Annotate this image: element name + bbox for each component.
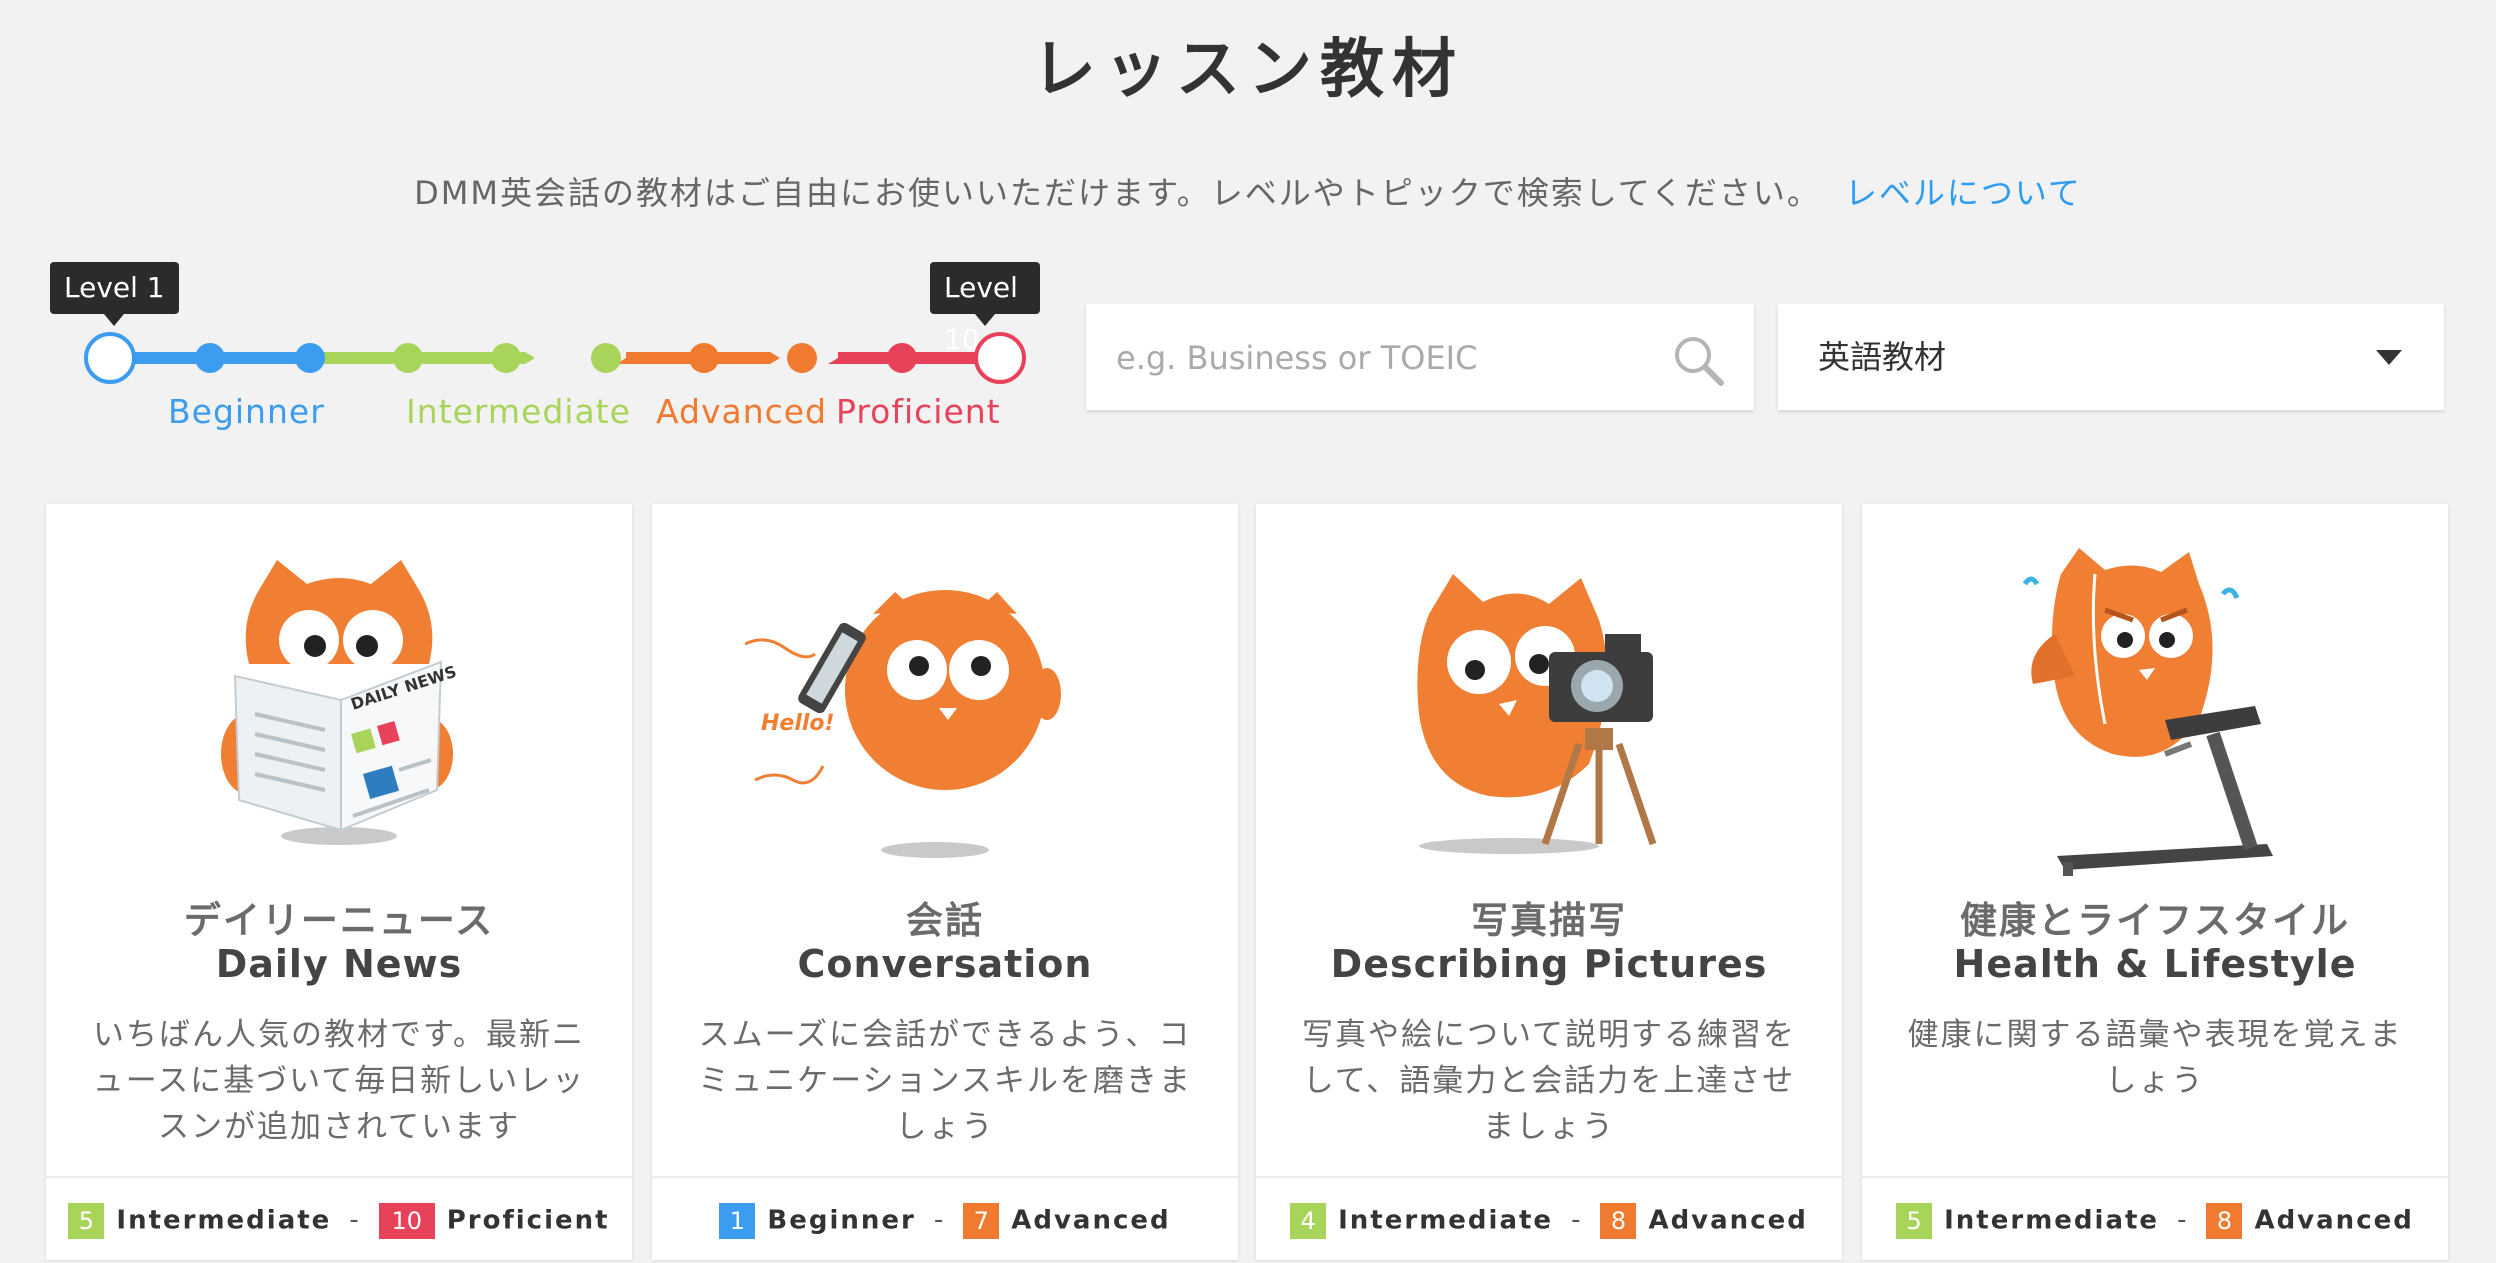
card-title-ja: 会話 [906, 899, 984, 942]
material-type-select[interactable]: 英語教材 [1778, 304, 2444, 410]
material-card-conversation[interactable]: Hello! 会話 Conversation スムーズに会話ができるよう、コミュ… [652, 504, 1238, 1260]
max-level-tooltip: Level 10 [930, 262, 1040, 356]
level-from-name: Intermediate [116, 1205, 332, 1236]
level-to-badge: 10 [378, 1202, 435, 1239]
band-label-advanced: Advanced [656, 392, 828, 431]
level-to-name: Advanced [1011, 1205, 1171, 1236]
search-input[interactable] [1114, 304, 1658, 412]
level-from-name: Beginner [767, 1205, 916, 1236]
level-dot-9 [887, 343, 917, 373]
range-dash: - [1571, 1205, 1583, 1235]
card-description: 写真や絵について説明する練習をして、語彙力と会話力を上達させましょう [1301, 1017, 1797, 1145]
card-title-ja: 写真描写 [1471, 899, 1627, 942]
max-handle [974, 332, 1026, 384]
level-dot-8 [787, 343, 817, 373]
card-description: 健康に関する語彙や表現を覚えましょう [1907, 1017, 2403, 1099]
chevron-down-icon [2376, 350, 2402, 365]
level-dot-6 [591, 343, 621, 373]
level-dot-2 [195, 343, 225, 373]
owl-camera-icon [1417, 574, 1657, 854]
level-from-badge: 4 [1290, 1202, 1327, 1239]
level-dot-5 [491, 343, 521, 373]
card-level-range: 4 Intermediate -8 Advanced [1256, 1176, 1842, 1262]
search-box [1086, 304, 1754, 412]
material-card-health-lifestyle[interactable]: 健康とライフスタイル Health & Lifestyle 健康に関する語彙や表… [1862, 504, 2448, 1260]
level-from-badge: 1 [719, 1202, 756, 1239]
material-card-daily-news[interactable]: DAILY NEWS デイリーニュース Daily News いちばん人気の教材… [46, 504, 632, 1260]
range-dash: - [2177, 1205, 2189, 1235]
hello-art-text: Hello! [761, 711, 835, 736]
range-dash: - [349, 1205, 361, 1235]
page-subtitle: DMM英会話の教材はご自由にお使いいただけます。レベルやトピックで検索してくださ… [0, 168, 2496, 214]
band-label-beginner: Beginner [168, 392, 325, 431]
card-title-ja: デイリーニュース [183, 899, 495, 942]
card-level-range: 5 Intermediate -8 Advanced [1862, 1176, 2448, 1262]
level-from-name: Intermediate [1338, 1205, 1554, 1236]
level-from-badge: 5 [68, 1202, 105, 1239]
card-title-en: Health & Lifestyle [1953, 942, 2357, 986]
about-levels-link[interactable]: レベルについて [1845, 174, 2082, 212]
level-range-slider[interactable]: Level 1 Level 10 Beginner Intermediate A… [40, 260, 1040, 450]
material-card-describing-pictures[interactable]: 写真描写 Describing Pictures 写真や絵について説明する練習を… [1256, 504, 1842, 1260]
subtitle-text: DMM英会話の教材はご自由にお使いいただけます。レベルやトピックで検索してくださ… [414, 174, 1821, 212]
page-title: レッスン教材 [1032, 33, 1464, 107]
band-label-intermediate: Intermediate [406, 392, 631, 431]
min-handle [84, 332, 136, 384]
level-to-badge: 8 [2206, 1202, 2243, 1239]
level-to-name: Advanced [2254, 1205, 2414, 1236]
level-dot-4 [393, 343, 423, 373]
level-dot-3 [295, 343, 325, 373]
level-to-name: Proficient [446, 1205, 610, 1236]
band-label-proficient: Proficient [836, 392, 1001, 431]
card-description: スムーズに会話ができるよう、コミュニケーションスキルを磨きましょう [698, 1017, 1192, 1145]
owl-phone-call-icon: Hello! [745, 590, 1061, 858]
min-level-tooltip: Level 1 [50, 262, 179, 326]
owl-treadmill-icon [2022, 548, 2273, 876]
level-dot-7 [689, 343, 719, 373]
level-to-badge: 7 [963, 1202, 1000, 1239]
card-title-en: Daily News [215, 942, 463, 986]
card-description: いちばん人気の教材です。最新ニュースに基づいて毎日新しいレッスンが追加されていま… [92, 1017, 586, 1145]
owl-reading-newspaper-icon: DAILY NEWS [221, 560, 459, 845]
level-from-name: Intermediate [1944, 1205, 2160, 1236]
card-title-ja: 健康とライフスタイル [1960, 899, 2350, 942]
card-title-en: Conversation [797, 942, 1093, 986]
card-level-range: 1 Beginner -7 Advanced [652, 1176, 1238, 1262]
search-icon[interactable] [1670, 332, 1726, 388]
card-level-range: 5 Intermediate -10 Proficient [46, 1176, 632, 1262]
level-to-name: Advanced [1648, 1205, 1808, 1236]
card-title-en: Describing Pictures [1330, 942, 1768, 986]
select-value: 英語教材 [1818, 338, 1947, 376]
level-from-badge: 5 [1896, 1202, 1933, 1239]
level-to-badge: 8 [1600, 1202, 1637, 1239]
range-dash: - [933, 1205, 946, 1235]
